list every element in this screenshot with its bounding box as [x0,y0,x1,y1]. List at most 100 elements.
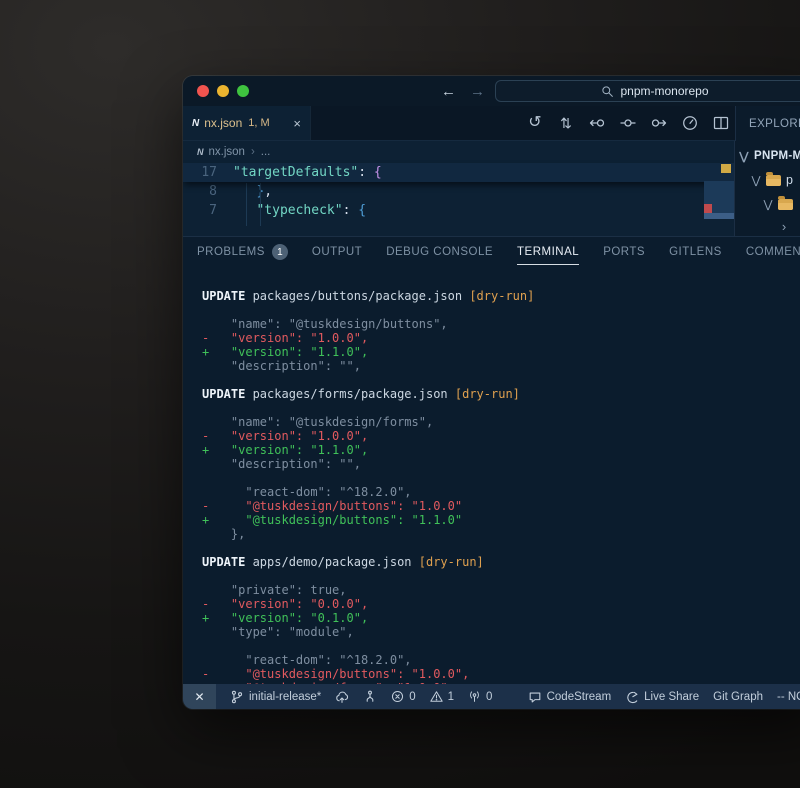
panel-tab-debug-console[interactable]: DEBUG CONSOLE [386,246,493,258]
status-git-branch[interactable]: initial-release* [230,690,321,704]
zoom-window-button[interactable] [237,85,249,97]
minimize-window-button[interactable] [217,85,229,97]
command-center-label: pnpm-monorepo [620,84,708,98]
panel-tab-terminal[interactable]: TERMINAL [517,246,579,258]
chevron-down-icon: ⋁ [763,198,773,211]
prev-change-icon[interactable] [589,115,605,131]
close-tab-icon[interactable]: × [293,116,301,131]
terminal-blank-line [202,401,800,415]
search-icon [601,85,614,98]
explorer-folder-row[interactable]: ⋁p [735,170,800,190]
explorer-folder-row[interactable]: ⋁ [735,194,800,214]
panel-tab-label: TERMINAL [517,246,579,258]
code-line[interactable]: 7"typecheck": { [183,201,734,220]
explorer-collapsed-item[interactable]: › [735,216,800,236]
code-lines[interactable]: 17"targetDefaults": {8},7"typecheck": { [183,163,734,220]
status-label: 0 [409,691,415,703]
status-bar: ✕ initial-release* 0 1 0 CodeStream Live Share… [183,684,800,709]
line-number: 7 [183,203,233,218]
history-icon[interactable]: ↺ [527,115,543,131]
status-git-graph[interactable]: Git Graph [713,691,763,703]
chevron-right-icon: › [779,219,789,234]
command-center-search[interactable]: pnpm-monorepo [495,80,800,102]
minimap-selection-marker [704,213,734,219]
terminal-removed-line: - "version": "1.0.0", [202,429,800,443]
status-source-fork[interactable] [363,690,377,704]
status-label: initial-release* [249,691,321,703]
terminal-added-line: + "@tuskdesign/buttons": "1.1.0" [202,513,800,527]
code-text: "targetDefaults": { [233,165,382,180]
status-errors[interactable]: 0 [391,690,415,703]
explorer-sidebar: ⋁ PNPM-M ⋁p⋁ › [735,141,800,236]
status-publish-changes[interactable] [335,690,349,704]
split-editor-icon[interactable] [713,115,729,131]
window-controls [197,85,249,97]
status-vim-mode[interactable]: -- NORM [777,691,800,703]
breadcrumb-file[interactable]: nx.json [209,146,245,158]
tab-nx-json[interactable]: N nx.json 1, M × [183,106,311,140]
nx-logo-icon: N [197,147,203,157]
terminal-removed-line: - "version": "0.0.0", [202,597,800,611]
navigate-forward-icon[interactable]: → [470,83,485,100]
panel-tab-gitlens[interactable]: GITLENS [669,246,722,258]
git-compare-icon[interactable]: ⇅ [558,115,574,131]
explorer-workspace-row[interactable]: ⋁ PNPM-M [735,146,800,166]
terminal-removed-line: - "@tuskdesign/buttons": "1.0.0", [202,667,800,681]
vscode-window: ← → pnpm-monorepo N nx.json 1, M × ↺⇅···… [183,76,800,709]
gauge-icon[interactable] [682,115,698,131]
status-live-share[interactable]: Live Share [625,690,699,704]
explorer-title: EXPLORER [749,118,800,130]
status-label: Git Graph [713,691,763,703]
workspace-name: PNPM-M [754,150,800,162]
tab-decoration: 1, M [248,117,269,129]
minimap-modified-marker [721,164,731,173]
terminal-blank-line [202,471,800,485]
source-fork-icon [363,690,377,704]
status-warnings[interactable]: 1 [430,690,454,703]
chevron-down-icon: ⋁ [751,174,761,187]
panel-tab-output[interactable]: OUTPUT [312,246,362,258]
status-label: -- NORM [777,691,800,703]
panel-tabs: PROBLEMS1 OUTPUT DEBUG CONSOLE TERMINAL PORT… [183,237,800,267]
problems-count-badge: 1 [272,244,288,260]
terminal-blank-line [202,373,800,387]
terminal-context-line: "description": "", [202,359,800,373]
terminal-removed-line: - "@tuskdesign/buttons": "1.0.0" [202,499,800,513]
sticky-code-line[interactable]: 17"targetDefaults": { [183,163,734,182]
panel-tab-ports[interactable]: PORTS [603,246,645,258]
next-change-icon[interactable] [651,115,667,131]
breadcrumb-separator-icon: › [251,146,255,158]
panel-tab-label: GITLENS [669,246,722,258]
terminal-update-line: UPDATE packages/forms/package.json [dry-… [202,387,800,401]
terminal-context-line: "type": "module", [202,625,800,639]
terminal-removed-line: - "version": "1.0.0", [202,331,800,345]
status-label: 1 [448,691,454,703]
terminal-blank-line [202,639,800,653]
branch-icon [230,690,244,704]
panel-tab-comments[interactable]: COMMENTS [746,246,800,258]
remote-icon: ✕ [194,690,204,704]
panel-tab-problems[interactable]: PROBLEMS1 [197,244,288,260]
status-label: 0 [486,691,492,703]
terminal-context-line: "name": "@tuskdesign/buttons", [202,317,800,331]
terminal-added-line: + "version": "1.1.0", [202,345,800,359]
breadcrumb[interactable]: N nx.json › ... [183,141,734,163]
status-codestream[interactable]: CodeStream [528,690,612,704]
breadcrumb-symbol[interactable]: ... [261,146,271,158]
terminal-context-line: }, [202,527,800,541]
status-remote-indicator[interactable]: ✕ [183,684,216,709]
editor[interactable]: N nx.json › ... 17"targetDefaults": {8},… [183,141,735,236]
code-line[interactable]: 8}, [183,182,734,201]
editor-tab-bar: N nx.json 1, M × ↺⇅··· EXPLORER [183,106,800,141]
close-window-button[interactable] [197,85,209,97]
navigate-back-icon[interactable]: ← [441,83,456,100]
minimap-error-marker [704,204,712,213]
terminal-context-line: "name": "@tuskdesign/forms", [202,415,800,429]
terminal-blank-line [202,541,800,555]
terminal-output[interactable]: UPDATE packages/buttons/package.json [dr… [183,267,800,684]
warning-icon [430,690,443,703]
status-broadcast[interactable]: 0 [468,690,492,703]
panel-tab-label: COMMENTS [746,246,800,258]
indent-guide [260,183,261,226]
change-icon[interactable] [620,115,636,131]
